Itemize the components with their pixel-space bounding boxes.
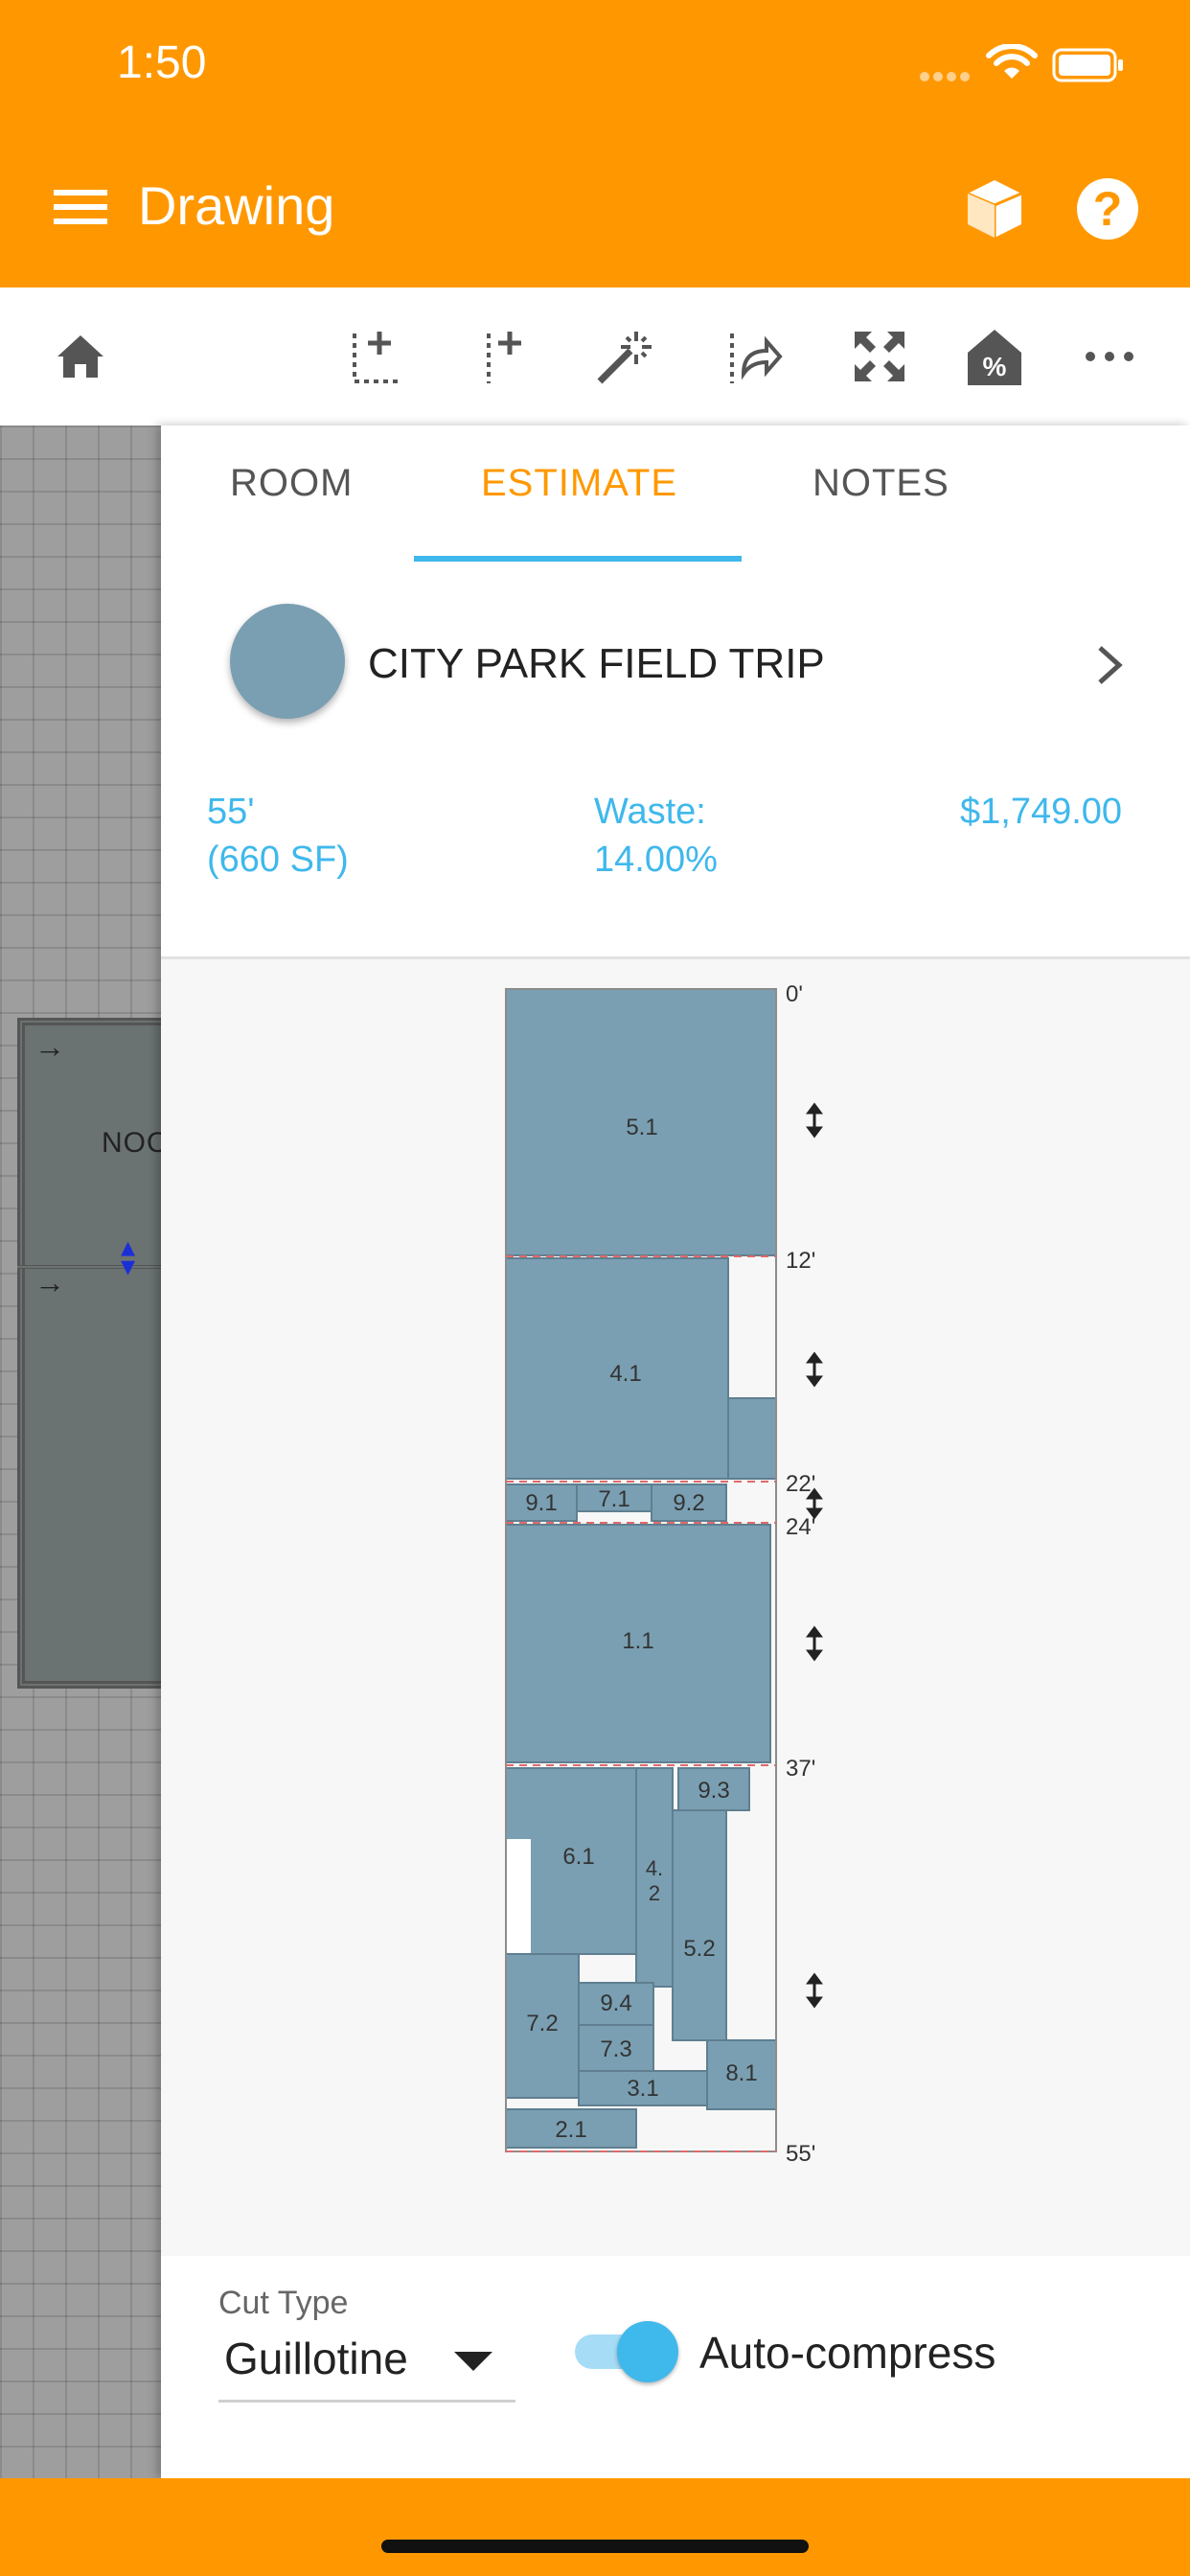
drawing-toolbar: % (0, 288, 1190, 426)
cut-type-label: Cut Type (218, 2285, 349, 2321)
piece-3-1[interactable]: 3.1 (578, 2070, 708, 2106)
piece-label: 5.1 (626, 1115, 657, 1140)
cut-layout-diagram: 5.1 4.1 9.1 7.1 9.2 1.1 9.3 6.1 4. 2 5.2 … (505, 981, 823, 2167)
piece-label: 5.2 (683, 1936, 715, 1962)
3d-view-icon[interactable] (962, 176, 1027, 242)
direction-arrow-icon: → (34, 1265, 65, 1300)
piece-label: 3.1 (627, 2076, 658, 2102)
piece-label: 9.1 (525, 1490, 557, 1516)
auto-compress-toggle-knob[interactable] (617, 2321, 678, 2382)
piece-5-1[interactable]: 5.1 (505, 988, 777, 1256)
piece-label: 6.1 (562, 1844, 594, 1870)
piece-1-1[interactable]: 1.1 (505, 1524, 771, 1763)
cut-layout-view[interactable]: 5.1 4.1 9.1 7.1 9.2 1.1 9.3 6.1 4. 2 5.2 … (161, 956, 1190, 2256)
cut-type-underline (218, 2400, 515, 2403)
material-name: CITY PARK FIELD TRIP (368, 640, 825, 687)
piece-label: 7.1 (598, 1486, 629, 1512)
home-indicator[interactable] (381, 2540, 809, 2553)
drawing-canvas[interactable]: → NOO → ▴ ▾ (0, 426, 180, 2478)
piece-8-1[interactable]: 8.1 (706, 2039, 777, 2110)
cut-type-select[interactable]: Guillotine (224, 2333, 408, 2384)
piece-label: 1.1 (622, 1628, 653, 1654)
page-title: Drawing (138, 175, 335, 236)
piece-label: 7.3 (600, 2036, 631, 2062)
piece-4-2[interactable]: 4. 2 (635, 1767, 674, 1988)
cut-options-bar: Cut Type Guillotine Auto-compress (161, 2256, 1190, 2478)
chevron-right-icon[interactable] (1090, 642, 1129, 688)
signal-icon (920, 69, 977, 81)
house-percent-icon[interactable]: % (960, 322, 1029, 391)
piece-5-2[interactable]: 5.2 (672, 1809, 727, 2041)
material-swatch (230, 604, 345, 719)
app-root: 1:50 Drawing ? % → NOO → ▴ ▾ ROOM ESTIMA… (0, 0, 1190, 2576)
piece-7-2[interactable]: 7.2 (505, 1953, 580, 2099)
piece-4-1[interactable]: 4.1 (505, 1257, 777, 1480)
piece-label: 4.1 (609, 1361, 641, 1387)
direction-arrow-icon: → (34, 1029, 65, 1064)
waste-stat: Waste: 14.00% (594, 788, 718, 884)
waste-value: 14.00% (594, 840, 718, 880)
fullscreen-icon[interactable] (845, 322, 914, 391)
piece-label: 9.4 (600, 1990, 631, 2016)
piece-7-1[interactable]: 7.1 (576, 1484, 652, 1512)
resize-handle-icon[interactable] (806, 1102, 823, 1138)
length-value: 55' (207, 792, 255, 832)
app-header: 1:50 Drawing ? (0, 0, 1190, 288)
room-label: NOO (102, 1127, 171, 1159)
price-stat: $1,749.00 (960, 792, 1123, 832)
add-line-icon[interactable] (469, 322, 538, 391)
active-tab-indicator (414, 556, 742, 562)
piece-9-3[interactable]: 9.3 (677, 1767, 750, 1811)
piece-label: 9.3 (698, 1778, 729, 1804)
piece-2-1[interactable]: 2.1 (505, 2108, 637, 2149)
more-icon[interactable] (1075, 322, 1144, 391)
auto-compress-label: Auto-compress (699, 2328, 996, 2378)
room-shape[interactable]: → NOO (17, 1018, 180, 1689)
estimate-panel: ROOM ESTIMATE NOTES CITY PARK FIELD TRIP… (161, 426, 1190, 2478)
piece-9-2[interactable]: 9.2 (651, 1484, 727, 1522)
share-icon[interactable] (719, 322, 788, 391)
move-handle-icon[interactable]: ▴ ▾ (121, 1233, 135, 1281)
length-stat: 55' (660 SF) (207, 788, 349, 884)
marker-label: 37' (786, 1756, 815, 1782)
tab-estimate[interactable]: ESTIMATE (481, 462, 677, 505)
tab-room[interactable]: ROOM (230, 462, 353, 505)
marker-label: 24' (786, 1514, 815, 1540)
wifi-icon (986, 44, 1038, 79)
home-icon[interactable] (46, 322, 115, 391)
menu-icon[interactable] (54, 188, 107, 226)
bottom-bar (0, 2478, 1190, 2576)
resize-handle-icon[interactable] (806, 1487, 823, 1520)
piece-9-1[interactable]: 9.1 (505, 1484, 578, 1522)
marker-label: 55' (786, 2141, 815, 2167)
add-point-icon[interactable] (341, 322, 410, 391)
svg-text:%: % (983, 352, 1007, 381)
piece-label: 8.1 (725, 2060, 757, 2086)
piece-9-4[interactable]: 9.4 (578, 1982, 654, 2026)
piece-label: 7.2 (526, 2011, 558, 2036)
piece-6-1[interactable]: 6.1 (505, 1767, 637, 1955)
status-time: 1:50 (117, 37, 207, 88)
area-value: (660 SF) (207, 840, 349, 880)
piece-7-3[interactable]: 7.3 (578, 2024, 654, 2072)
dropdown-arrow-icon[interactable] (454, 2352, 492, 2371)
magic-wand-icon[interactable] (588, 322, 657, 391)
marker-label: 0' (786, 981, 803, 1007)
marker-label: 12' (786, 1248, 815, 1274)
resize-handle-icon[interactable] (806, 1972, 823, 2009)
battery-icon (1052, 48, 1123, 82)
piece-label: 2.1 (555, 2117, 586, 2143)
piece-label: 9.2 (673, 1490, 704, 1516)
help-icon[interactable]: ? (1077, 178, 1138, 240)
tab-notes[interactable]: NOTES (812, 462, 950, 505)
material-selector[interactable]: CITY PARK FIELD TRIP (161, 579, 1190, 723)
waste-label: Waste: (594, 792, 706, 832)
resize-handle-icon[interactable] (806, 1625, 823, 1662)
resize-handle-icon[interactable] (806, 1351, 823, 1388)
